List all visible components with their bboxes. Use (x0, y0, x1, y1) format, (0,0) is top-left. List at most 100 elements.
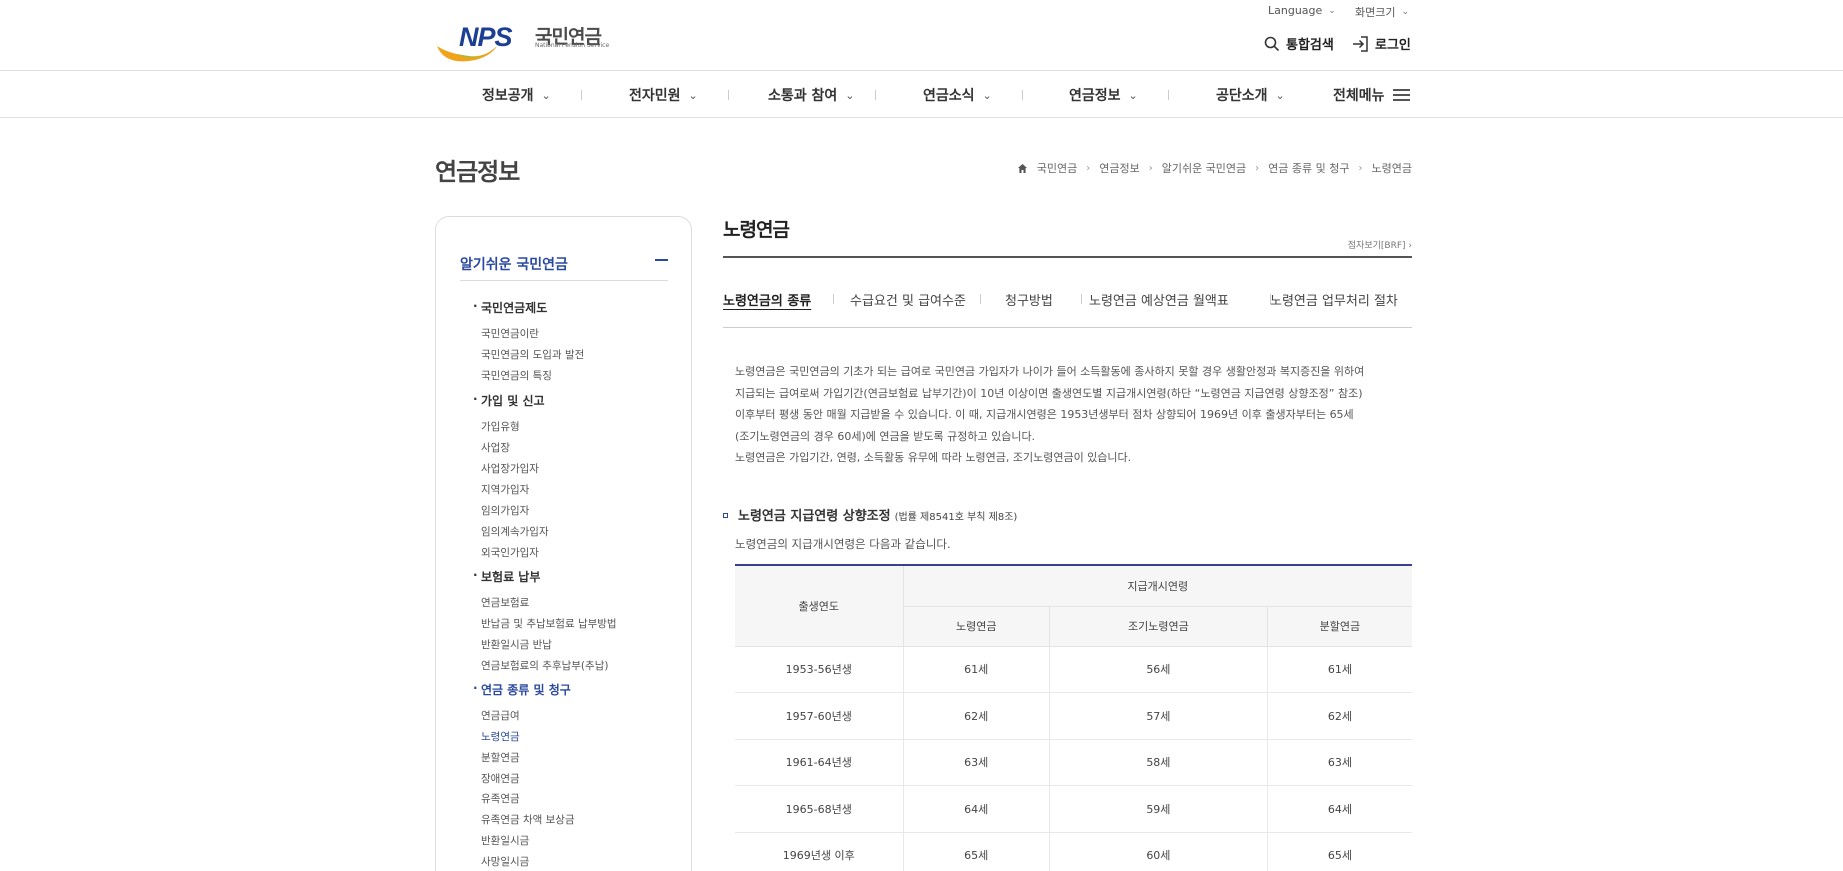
tab-monthly-table[interactable]: 노령연금 예상연금 월액표 (1089, 290, 1229, 309)
table-cell: 56세 (1049, 646, 1268, 693)
tab-claim[interactable]: 청구방법 (1005, 290, 1053, 309)
side-nav-item[interactable]: 사업장가입자 (481, 461, 539, 476)
svg-text:NPS: NPS (459, 22, 513, 52)
breadcrumb-item[interactable]: 알기쉬운 국민연금 (1162, 160, 1246, 176)
content-tabs: 노령연금의 종류 수급요건 및 급여수준 청구방법 노령연금 예상연금 월액표 … (723, 288, 1412, 328)
table-cell: 57세 (1049, 692, 1268, 740)
language-select[interactable]: Language ⌄ (1268, 4, 1336, 17)
collapse-icon[interactable] (655, 259, 668, 261)
search-label: 통합검색 (1286, 38, 1334, 53)
side-nav-item[interactable]: 반환일시금 반납 (481, 637, 552, 652)
square-bullet-icon (723, 513, 728, 518)
brf-view-link[interactable]: 점자보기[BRF] › (1348, 238, 1412, 251)
table-row: 1965-68년생 64세 59세 64세 (735, 785, 1412, 833)
chevron-down-icon: ⌄ (688, 88, 698, 102)
gnb-divider (1168, 90, 1169, 100)
login-icon (1353, 35, 1368, 52)
all-menu-button[interactable]: 전체메뉴 (1333, 85, 1410, 105)
side-nav-item-active[interactable]: 노령연금 (481, 729, 520, 744)
chevron-right-icon: › (1148, 162, 1153, 174)
side-nav-item[interactable]: 국민연금의 도입과 발전 (481, 347, 584, 362)
side-nav-item[interactable]: 사망일시금 (481, 854, 529, 869)
side-nav-item[interactable]: 유족연금 (481, 791, 520, 806)
side-nav-item[interactable]: 연금보험료 (481, 595, 529, 610)
breadcrumb-item[interactable]: 연금 종류 및 청구 (1268, 160, 1349, 176)
tab-divider (1081, 294, 1082, 304)
side-nav-item[interactable]: 국민연금이란 (481, 326, 539, 341)
breadcrumb-item[interactable]: 국민연금 (1037, 160, 1077, 176)
side-nav-item[interactable]: 사업장 (481, 440, 510, 455)
chevron-right-icon: › (1255, 162, 1260, 174)
intro-text: 노령연금은 국민연금의 기초가 되는 급여로 국민연금 가입자가 나이가 들어 … (735, 361, 1415, 469)
side-nav-item[interactable]: 장애연금 (481, 771, 520, 786)
gnb-divider (581, 90, 582, 100)
gnb-item-info-disclosure[interactable]: 정보공개 ⌄ (482, 85, 551, 105)
gnb-item-communication[interactable]: 소통과 참여 ⌄ (768, 85, 855, 105)
chevron-down-icon: ⌄ (541, 88, 551, 102)
gnb-item-pension-info[interactable]: 연금정보 ⌄ (1069, 85, 1138, 105)
side-nav-title: 알기쉬운 국민연금 (460, 257, 568, 273)
gnb-label: 연금소식 (923, 88, 975, 104)
table-row: 1969년생 이후 65세 60세 65세 (735, 832, 1412, 871)
table-cell: 58세 (1049, 739, 1268, 786)
side-nav-group-payment[interactable]: 보험료 납부 (473, 568, 540, 585)
title-divider (723, 256, 1412, 258)
gnb-label: 전자민원 (629, 88, 681, 104)
side-nav-item[interactable]: 연금보험료의 추후납부(추납) (481, 658, 608, 673)
gnb-divider (1022, 90, 1023, 100)
gnb-item-pension-news[interactable]: 연금소식 ⌄ (923, 85, 992, 105)
side-nav-item[interactable]: 연금급여 (481, 708, 520, 723)
font-size-label: 화면크기 (1355, 6, 1396, 19)
chevron-down-icon: ⌄ (845, 88, 855, 102)
intro-line: 노령연금은 가입기간, 연령, 소득활동 유무에 따라 노령연금, 조기노령연금… (735, 451, 1132, 465)
tab-procedure[interactable]: 노령연금 업무처리 절차 (1270, 290, 1398, 309)
site-header: NPS 국민연금 National Pension Service Langua… (0, 0, 1843, 71)
chevron-down-icon: ⌄ (1401, 7, 1410, 17)
side-nav-item[interactable]: 반납금 및 추납보험료 납부방법 (481, 616, 617, 631)
chevron-right-icon: › (1358, 162, 1363, 174)
table-row: 1961-64년생 63세 58세 63세 (735, 739, 1412, 786)
side-nav-item[interactable]: 지역가입자 (481, 482, 529, 497)
table-header-split: 분할연금 (1267, 606, 1412, 647)
home-icon[interactable] (1017, 163, 1028, 174)
side-nav-item[interactable]: 임의가입자 (481, 503, 529, 518)
gnb-item-about[interactable]: 공단소개 ⌄ (1216, 85, 1285, 105)
page-title: 연금정보 (435, 158, 520, 186)
table-cell: 1957-60년생 (735, 692, 904, 740)
gnb-label: 연금정보 (1069, 88, 1121, 104)
tab-types[interactable]: 노령연금의 종류 (723, 290, 811, 309)
side-nav-item[interactable]: 외국인가입자 (481, 545, 539, 560)
font-size-select[interactable]: 화면크기 ⌄ (1355, 4, 1409, 20)
content-title: 노령연금 (723, 219, 790, 241)
side-nav-item[interactable]: 유족연금 차액 보상금 (481, 812, 575, 827)
table-header-year: 출생연도 (735, 564, 904, 647)
gnb-item-e-civil[interactable]: 전자민원 ⌄ (629, 85, 698, 105)
side-nav: 알기쉬운 국민연금 국민연금제도 국민연금이란 국민연금의 도입과 발전 국민연… (435, 216, 692, 871)
side-nav-header[interactable]: 알기쉬운 국민연금 (460, 254, 668, 281)
hamburger-icon (1392, 88, 1410, 102)
table-header-group: 지급개시연령 (903, 564, 1412, 607)
side-nav-item[interactable]: 국민연금의 특징 (481, 368, 552, 383)
tab-divider (980, 294, 981, 304)
language-label: Language (1268, 4, 1323, 17)
tab-eligibility[interactable]: 수급요건 및 급여수준 (850, 290, 966, 309)
table-cell: 1953-56년생 (735, 646, 904, 693)
side-nav-group-system[interactable]: 국민연금제도 (473, 299, 547, 316)
search-button[interactable]: 통합검색 (1264, 34, 1334, 53)
breadcrumb-item[interactable]: 연금정보 (1099, 160, 1139, 176)
table-cell: 60세 (1049, 832, 1268, 871)
nps-logo-mark: NPS (437, 22, 514, 62)
nps-logo[interactable]: NPS 국민연금 National Pension Service (435, 20, 609, 64)
side-nav-group-subscription[interactable]: 가입 및 신고 (473, 392, 545, 409)
table-cell: 65세 (1267, 832, 1412, 871)
table-cell: 65세 (903, 832, 1050, 871)
login-button[interactable]: 로그인 (1352, 34, 1411, 53)
side-nav-item[interactable]: 임의계속가입자 (481, 524, 549, 539)
intro-line: 노령연금은 국민연금의 기초가 되는 급여로 국민연금 가입자가 나이가 들어 … (735, 365, 1365, 378)
side-nav-group-pension-types[interactable]: 연금 종류 및 청구 (473, 681, 571, 698)
gnb-label: 공단소개 (1216, 88, 1268, 104)
side-nav-item[interactable]: 가입유형 (481, 419, 520, 434)
side-nav-item[interactable]: 분할연금 (481, 750, 520, 765)
side-nav-item[interactable]: 반환일시금 (481, 833, 529, 848)
chevron-right-icon: › (1086, 162, 1091, 174)
